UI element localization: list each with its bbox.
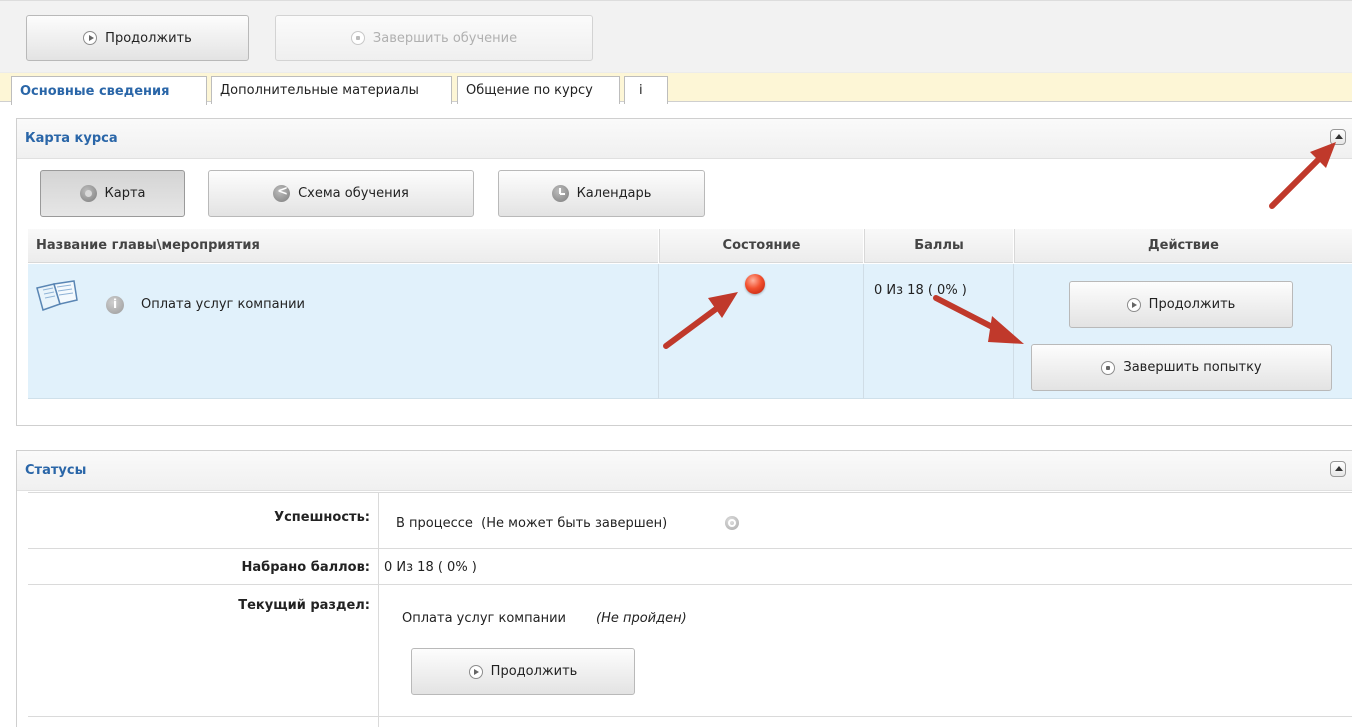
tab-additional-materials[interactable]: Дополнительные материалы	[211, 76, 452, 104]
status-divider	[28, 492, 1352, 493]
scheme-view-label: Схема обучения	[298, 186, 409, 201]
map-view-label: Карта	[104, 186, 146, 201]
course-map-title: Карта курса	[25, 131, 118, 146]
statuses-header: Статусы	[17, 451, 1352, 491]
annotation-arrow-collapse	[1269, 142, 1336, 209]
calendar-view-button[interactable]: Календарь	[498, 170, 705, 217]
column-score-label: Баллы	[914, 238, 964, 253]
play-icon	[468, 664, 483, 679]
calendar-view-label: Календарь	[576, 186, 652, 201]
tab-course-communication[interactable]: Общение по курсу	[457, 76, 620, 104]
column-header-name: Название главы\мероприятия	[28, 229, 658, 263]
annotation-arrow-state	[663, 292, 738, 349]
tab-main-info-label: Основные сведения	[20, 83, 170, 99]
course-map-header: Карта курса	[17, 119, 1352, 159]
column-header-score: Баллы	[864, 229, 1013, 263]
map-view-button[interactable]: Карта	[40, 170, 185, 217]
score-value: 0 Из 18 ( 0% )	[384, 560, 477, 575]
row-divider	[863, 264, 864, 399]
section-continue-button[interactable]: Продолжить	[411, 648, 635, 695]
status-divider	[28, 548, 1352, 549]
section-state: (Не пройден)	[596, 611, 687, 626]
finish-learning-button-label: Завершить обучение	[372, 30, 518, 46]
finish-attempt-button[interactable]: Завершить попытку	[1031, 344, 1332, 391]
state-indicator-icon	[745, 274, 765, 294]
column-action-label: Действие	[1148, 238, 1219, 253]
play-icon	[1126, 297, 1141, 312]
continue-button[interactable]: Продолжить	[26, 15, 249, 61]
score-label: Набрано баллов:	[241, 560, 371, 575]
top-toolbar: Продолжить Завершить обучение	[0, 0, 1352, 72]
statuses-title: Статусы	[25, 463, 87, 478]
chapter-name[interactable]: Оплата услуг компании	[141, 297, 305, 312]
collapse-statuses-button[interactable]	[1330, 461, 1346, 477]
section-continue-label: Продолжить	[490, 664, 578, 679]
row-continue-label: Продолжить	[1148, 297, 1236, 312]
map-icon	[79, 185, 97, 202]
status-divider	[28, 716, 1352, 717]
success-value: В процессе (Не может быть завершен)	[396, 516, 668, 531]
status-column-divider	[378, 492, 379, 727]
row-divider	[658, 264, 659, 399]
section-label: Текущий раздел:	[238, 598, 370, 613]
tab-info-label: i	[639, 83, 643, 98]
annotation-arrow-finish	[933, 295, 1024, 344]
success-label: Успешность:	[274, 510, 370, 525]
section-name: Оплата услуг компании	[402, 611, 566, 626]
share-icon	[273, 184, 291, 202]
clock-icon	[551, 185, 569, 202]
play-icon	[83, 31, 98, 45]
column-name-label: Название главы\мероприятия	[36, 238, 260, 253]
tab-additional-materials-label: Дополнительные материалы	[220, 83, 419, 98]
tab-main-info[interactable]: Основные сведения	[11, 76, 207, 105]
row-continue-button[interactable]: Продолжить	[1069, 281, 1293, 328]
stop-icon	[350, 31, 365, 45]
info-icon[interactable]: i	[106, 296, 124, 314]
stop-icon	[1101, 360, 1116, 375]
tab-info[interactable]: i	[624, 76, 668, 104]
tab-course-communication-label: Общение по курсу	[466, 83, 593, 98]
tab-strip: Основные сведения Дополнительные материа…	[0, 72, 1352, 105]
scheme-view-button[interactable]: Схема обучения	[208, 170, 474, 217]
column-header-state: Состояние	[659, 229, 863, 263]
finish-attempt-label: Завершить попытку	[1123, 360, 1262, 375]
continue-button-label: Продолжить	[105, 30, 192, 46]
column-state-label: Состояние	[722, 238, 801, 253]
book-icon	[36, 280, 78, 311]
column-header-action: Действие	[1014, 229, 1352, 263]
help-icon[interactable]	[725, 516, 739, 530]
finish-learning-button[interactable]: Завершить обучение	[275, 15, 593, 61]
status-divider	[28, 584, 1352, 585]
